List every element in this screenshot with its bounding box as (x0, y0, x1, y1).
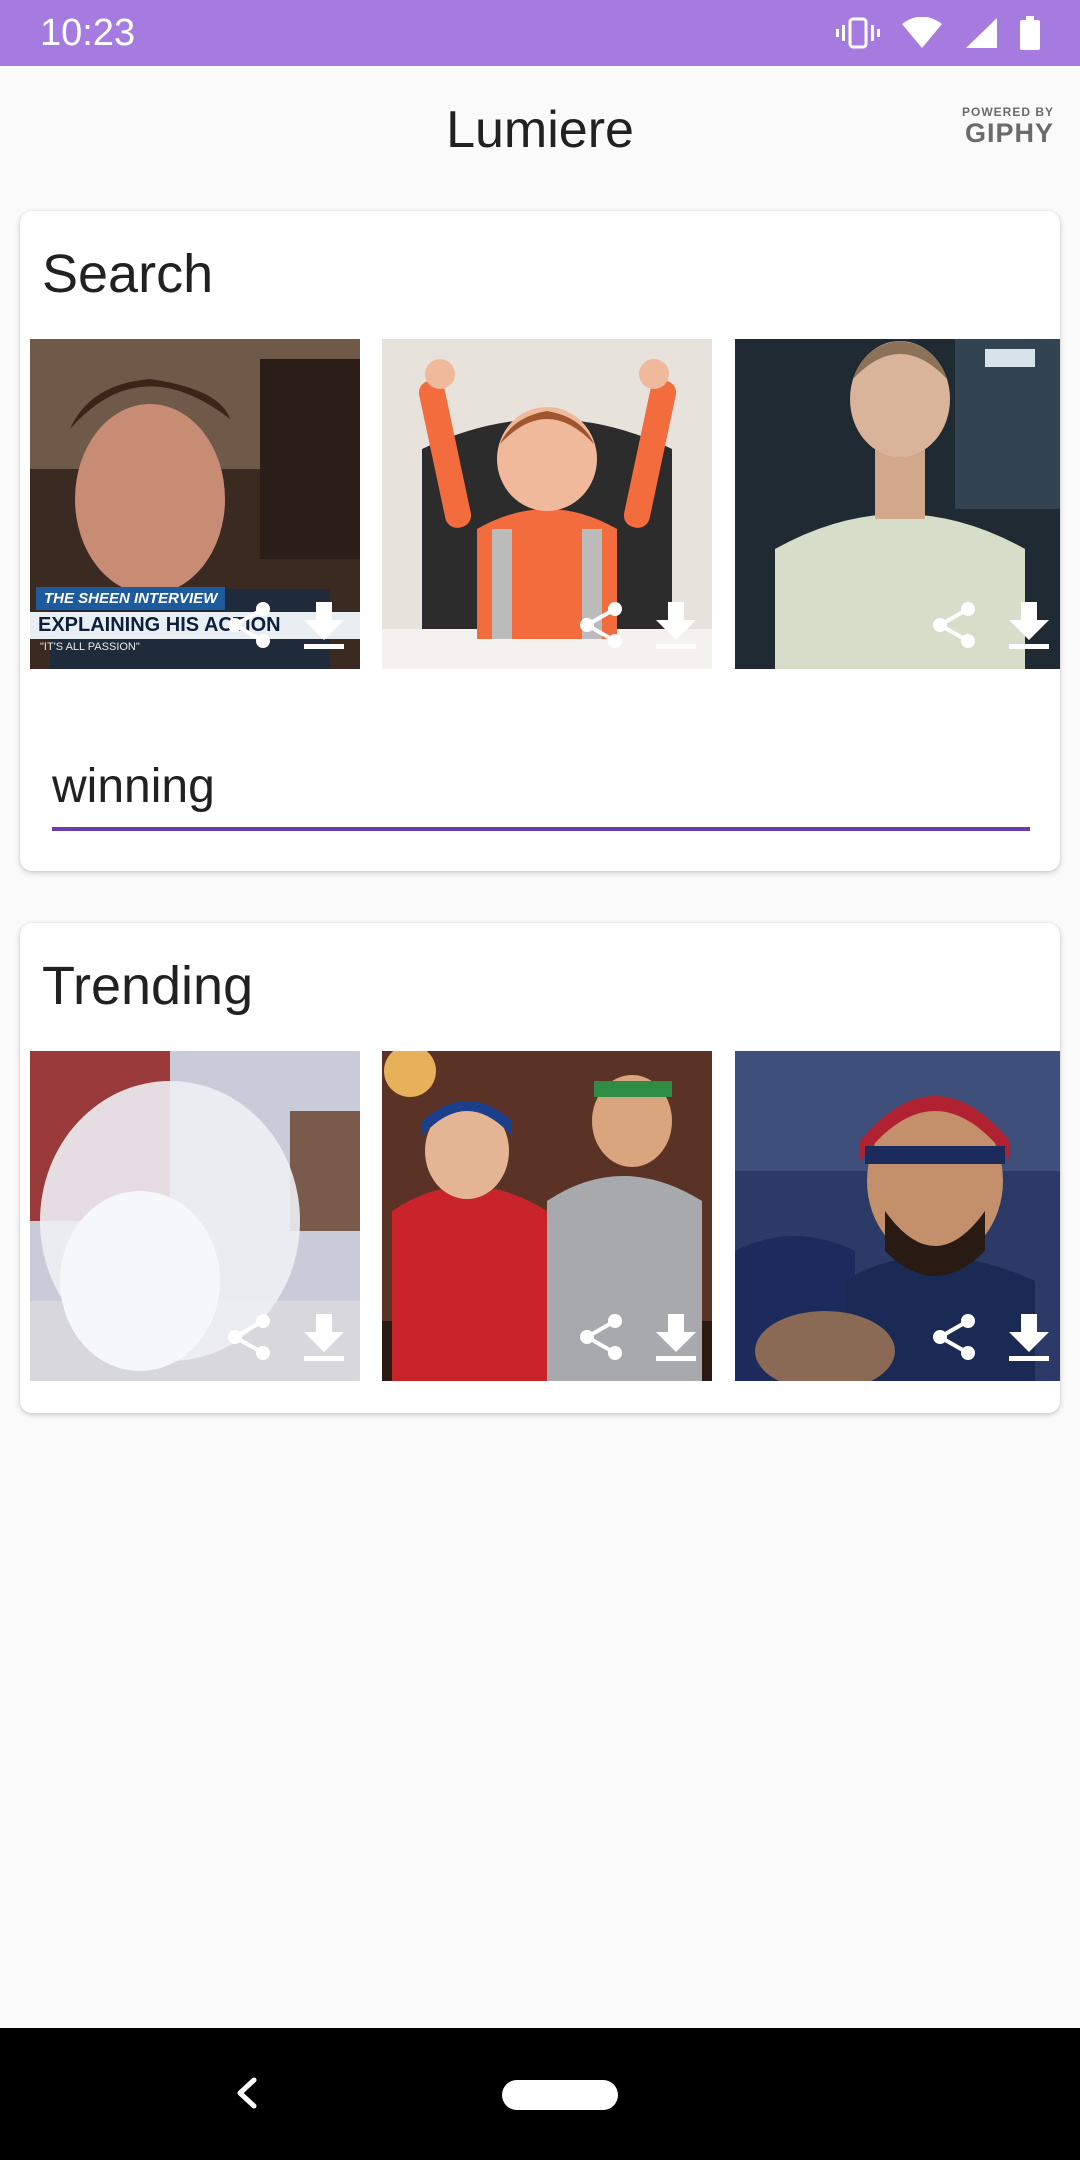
search-section-title: Search (42, 244, 214, 304)
trending-card: Trending (20, 923, 1060, 1413)
status-bar: 10:23 (0, 0, 1080, 66)
share-icon[interactable] (574, 597, 630, 653)
status-icons (836, 16, 1040, 50)
vibrate-icon (836, 16, 880, 50)
gif-actions (927, 1309, 1057, 1365)
giphy-brand-label: GIPHY (964, 118, 1054, 148)
search-gif-row: THE SHEEN INTERVIEW EXPLAINING HIS ACTIO… (30, 339, 1060, 669)
gif-actions (574, 597, 704, 653)
giphy-powered-label: POWERED BY (961, 105, 1054, 119)
gif-caption-line-1: THE SHEEN INTERVIEW (36, 587, 226, 610)
download-icon[interactable] (1001, 1309, 1057, 1365)
search-gif-2[interactable] (382, 339, 712, 669)
back-icon[interactable] (222, 2068, 272, 2118)
gif-actions (927, 597, 1057, 653)
trending-gif-3[interactable] (735, 1051, 1060, 1381)
gif-actions (222, 1309, 352, 1365)
gif-actions (574, 1309, 704, 1365)
search-input[interactable] (52, 751, 1030, 831)
share-icon[interactable] (222, 597, 278, 653)
battery-icon (1020, 16, 1040, 50)
search-gif-3[interactable] (735, 339, 1060, 669)
trending-gif-1[interactable] (30, 1051, 360, 1381)
trending-gif-row (30, 1051, 1060, 1381)
download-icon[interactable] (296, 1309, 352, 1365)
giphy-logo: POWERED BY GIPHY (944, 106, 1054, 147)
system-nav-bar (0, 2028, 1080, 2160)
gif-actions (222, 597, 352, 653)
trending-gif-2[interactable] (382, 1051, 712, 1381)
app-title: Lumiere (446, 101, 634, 159)
download-icon[interactable] (1001, 597, 1057, 653)
search-card: Search THE SHEEN INTERVIEW EXPLAINING HI… (20, 211, 1060, 871)
status-time: 10:23 (40, 11, 136, 54)
share-icon[interactable] (574, 1309, 630, 1365)
share-icon[interactable] (222, 1309, 278, 1365)
cell-signal-icon (964, 17, 998, 49)
search-gif-1[interactable]: THE SHEEN INTERVIEW EXPLAINING HIS ACTIO… (30, 339, 360, 669)
trending-section-title: Trending (42, 956, 254, 1016)
app-bar: Lumiere POWERED BY GIPHY (0, 66, 1080, 192)
download-icon[interactable] (648, 1309, 704, 1365)
share-icon[interactable] (927, 1309, 983, 1365)
share-icon[interactable] (927, 597, 983, 653)
home-pill-button[interactable] (502, 2080, 618, 2110)
wifi-icon (902, 17, 942, 49)
download-icon[interactable] (296, 597, 352, 653)
download-icon[interactable] (648, 597, 704, 653)
